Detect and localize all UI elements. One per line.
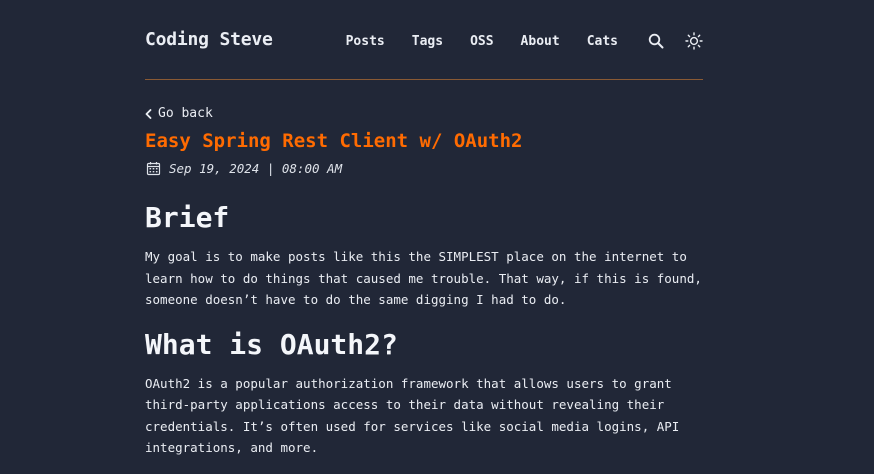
section-body-brief: My goal is to make posts like this the S…	[145, 249, 702, 307]
calendar-icon	[146, 162, 161, 176]
header-divider	[145, 79, 703, 80]
site-brand[interactable]: Coding Steve	[145, 29, 273, 50]
nav-link-cats[interactable]: Cats	[587, 34, 618, 49]
sun-icon[interactable]	[685, 32, 703, 50]
main-nav: Posts Tags OSS About Cats	[346, 30, 703, 52]
post-content: Brief My goal is to make posts like this…	[145, 198, 703, 459]
section-heading-brief: Brief	[145, 201, 230, 234]
go-back-label: Go back	[158, 106, 213, 121]
chevron-left-icon	[145, 108, 152, 119]
nav-link-posts[interactable]: Posts	[346, 34, 385, 49]
nav-link-tags[interactable]: Tags	[412, 34, 443, 49]
section-heading-oauth2: What is OAuth2?	[145, 327, 398, 361]
post-title: Easy Spring Rest Client w/ OAuth2	[145, 130, 523, 152]
nav-link-oss[interactable]: OSS	[470, 34, 493, 49]
go-back-link[interactable]: Go back	[145, 106, 213, 121]
nav-link-about[interactable]: About	[521, 34, 560, 49]
page: Coding Steve Posts Tags OSS About Cats G…	[0, 0, 874, 474]
site-header: Coding Steve Posts Tags OSS About Cats	[145, 0, 703, 80]
post-meta: Sep 19, 2024 | 08:00 AM	[146, 161, 342, 176]
search-icon[interactable]	[647, 32, 665, 50]
post-date: Sep 19, 2024 | 08:00 AM	[169, 161, 343, 176]
section-body-oauth2: OAuth2 is a popular authorization framew…	[145, 375, 680, 456]
